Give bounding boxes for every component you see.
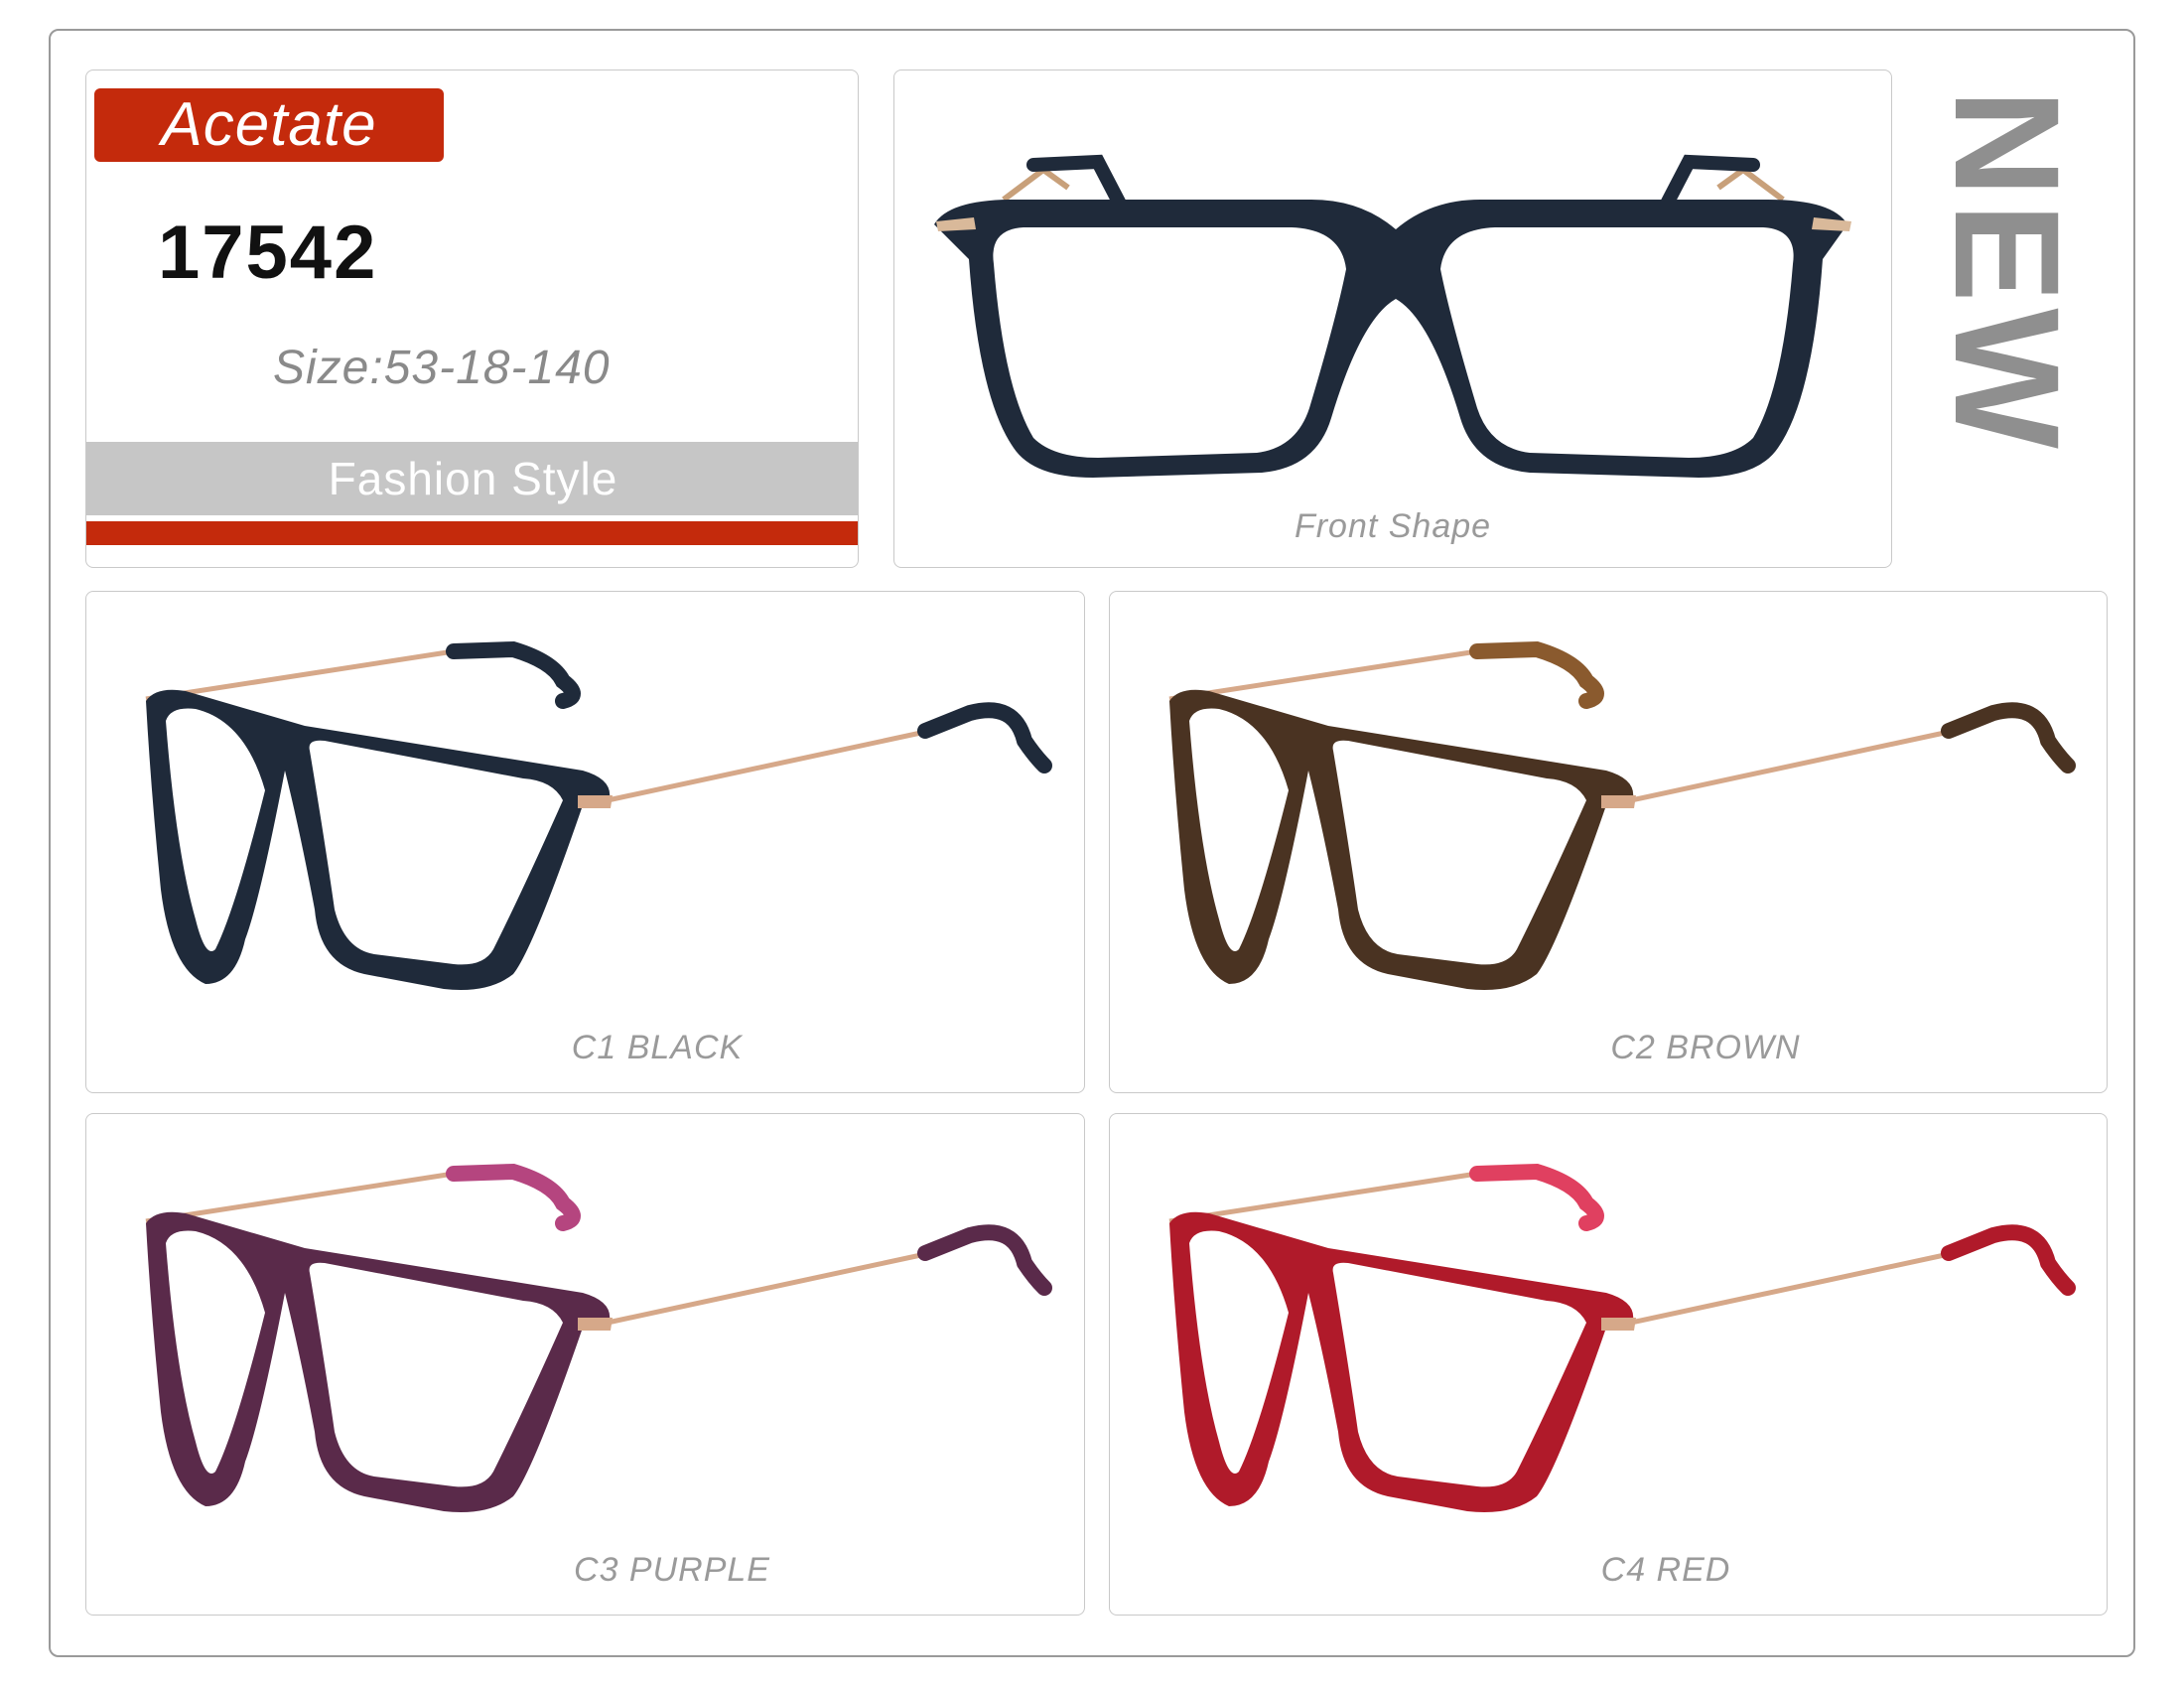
variant-caption-c2: C2 BROWN [1610, 1029, 1801, 1066]
variant-caption-c3: C3 PURPLE [574, 1551, 770, 1589]
front-caption: Front Shape [1294, 507, 1492, 545]
new-badge-text: NEW [1926, 89, 2085, 455]
product-info-panel: Acetate 17542 Size:53-18-140 Fashion Sty… [85, 70, 859, 568]
style-bar: Fashion Style [86, 442, 858, 515]
size-spec: Size:53-18-140 [273, 342, 611, 394]
variant-panel-c2: C2 BROWN [1109, 591, 2108, 1093]
model-number: 17542 [158, 211, 378, 295]
variant-panel-c3: C3 PURPLE [85, 1113, 1085, 1616]
front-shape-panel: Front Shape [893, 70, 1892, 568]
material-tag: Acetate [94, 88, 444, 162]
variant-panel-c4: C4 RED [1109, 1113, 2108, 1616]
variant-caption-c1: C1 BLACK [571, 1029, 744, 1066]
accent-bar [86, 521, 858, 545]
variant-caption-c4: C4 RED [1600, 1551, 1731, 1589]
front-frame [934, 200, 1847, 478]
variant-glasses-image-c2 [1168, 640, 2076, 990]
variant-panel-c1: C1 BLACK [85, 591, 1085, 1093]
variant-glasses-image-c4 [1168, 1163, 2076, 1512]
front-glasses-image [934, 154, 1851, 478]
variant-glasses-image-c3 [145, 1163, 1052, 1512]
new-badge: NEW [1926, 89, 2085, 455]
variant-glasses-image-c1 [145, 640, 1052, 990]
